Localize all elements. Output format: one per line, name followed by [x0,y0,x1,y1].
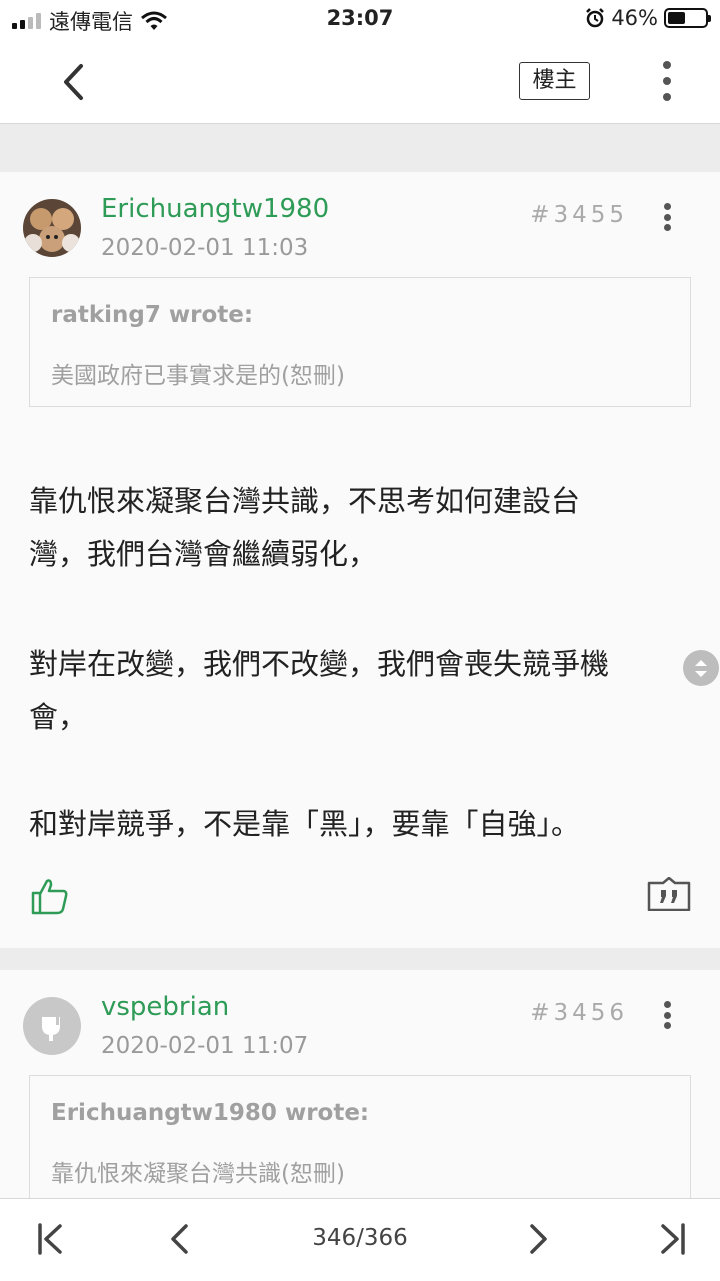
avatar[interactable] [23,199,81,257]
quote-reply-icon[interactable] [647,877,691,911]
status-bar: 遠傳電信 23:07 46% [0,0,720,40]
top-nav-bar: 樓主 [0,40,720,124]
post-card: vspebrian 2020-02-01 11:07 #3456 Erichua… [0,970,720,1198]
next-page-icon[interactable] [520,1221,554,1257]
post-floor-number: #3455 [530,202,628,228]
post-body-line: 對岸在改變，我們不改變，我們會喪失競爭機 [29,647,610,681]
battery-icon [664,8,711,28]
quote-author: ratking7 wrote: [51,302,254,328]
post-author[interactable]: vspebrian [101,992,229,1022]
page-indicator[interactable]: 346/366 [0,1225,720,1251]
post-body-line: 會， [29,700,88,734]
post-more-icon[interactable] [657,1001,677,1029]
quote-author: Erichuangtw1980 wrote: [51,1100,370,1126]
status-right: 46% [585,6,711,30]
scroll-handle[interactable] [683,650,719,686]
chevron-up-icon [695,659,707,666]
post-more-icon[interactable] [657,203,677,231]
battery-percent: 46% [611,6,658,30]
post-author[interactable]: Erichuangtw1980 [101,194,329,224]
quote-text: 靠仇恨來凝聚台灣共識(恕刪) [51,1161,345,1187]
alarm-icon [586,8,605,28]
post-timestamp: 2020-02-01 11:07 [101,1033,309,1059]
post-body-line: 和對岸競爭，不是靠「黑」，要靠「自強」。 [29,807,581,841]
quote-block[interactable]: Erichuangtw1980 wrote: 靠仇恨來凝聚台灣共識(恕刪) [29,1075,691,1198]
battery-fill [668,12,685,24]
pagination-bar: 346/366 [0,1198,720,1281]
quote-block[interactable]: ratking7 wrote: 美國政府已事實求是的(恕刪) [29,277,691,407]
op-only-button[interactable]: 樓主 [519,62,590,100]
post-card: Erichuangtw1980 2020-02-01 11:03 #3455 r… [0,172,720,948]
last-page-icon[interactable] [655,1221,689,1257]
more-vertical-icon[interactable] [657,61,677,101]
post-body-line: 灣，我們台灣會繼續弱化， [29,537,378,571]
post-timestamp: 2020-02-01 11:03 [101,235,309,261]
avatar[interactable] [23,997,81,1055]
chevron-down-icon [695,670,707,677]
like-thumb-icon[interactable] [30,876,70,916]
quote-text: 美國政府已事實求是的(恕刪) [51,363,345,389]
post-body-line: 靠仇恨來凝聚台灣共識，不思考如何建設台 [29,484,581,518]
post-floor-number: #3456 [530,1000,628,1026]
back-chevron-icon[interactable] [56,60,96,104]
